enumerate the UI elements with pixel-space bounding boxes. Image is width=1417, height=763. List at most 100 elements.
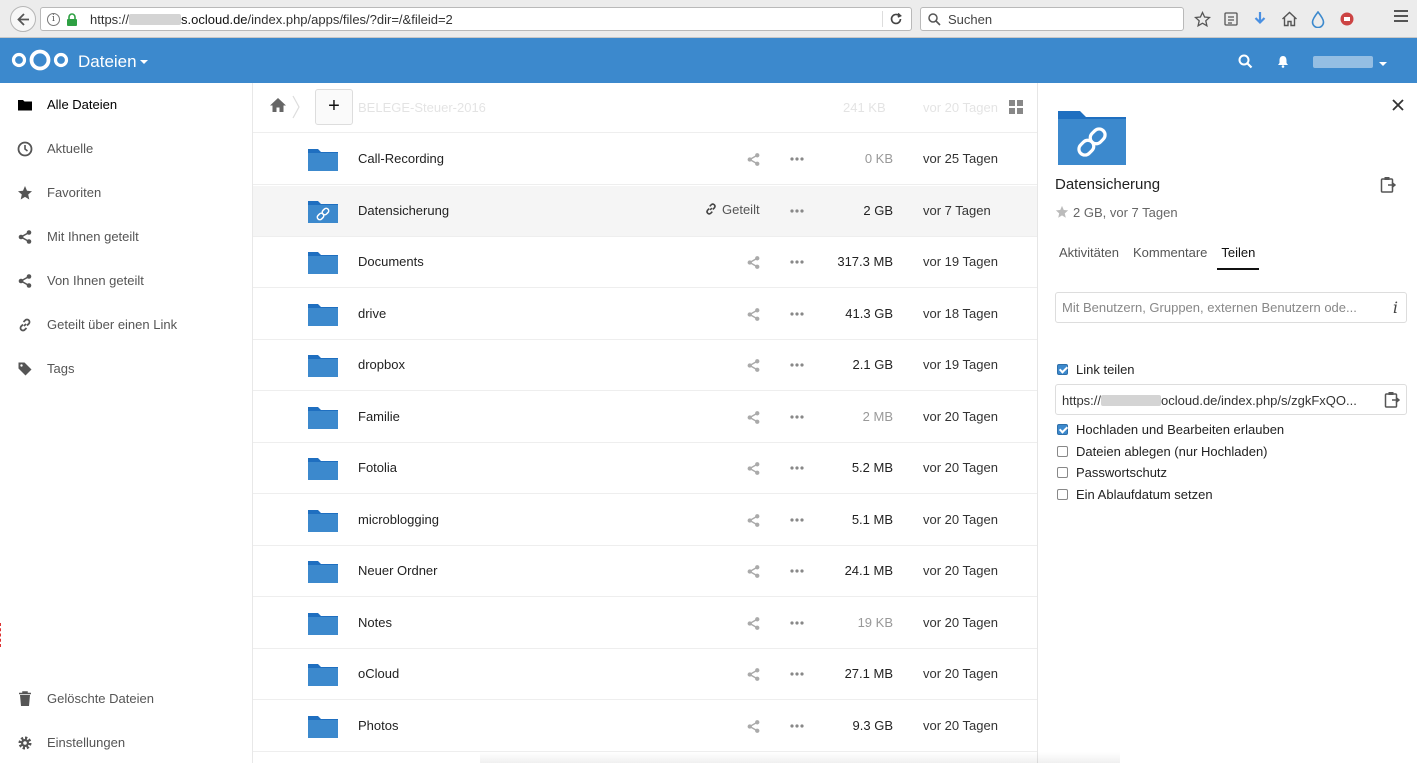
back-button[interactable] xyxy=(10,6,36,32)
more-options-icon[interactable] xyxy=(790,517,804,522)
search-icon[interactable] xyxy=(1238,54,1253,69)
password-protect-checkbox[interactable] xyxy=(1057,467,1068,478)
info-icon[interactable]: i xyxy=(1393,298,1398,317)
grid-view-icon[interactable] xyxy=(1009,100,1023,114)
sidebar-item-settings[interactable]: Einstellungen xyxy=(0,721,252,763)
share-icon[interactable] xyxy=(746,513,761,528)
file-name[interactable]: Fotolia xyxy=(358,460,397,475)
file-name[interactable]: Documents xyxy=(358,254,424,269)
file-row[interactable]: Notes 19 KB vor 20 Tagen xyxy=(253,598,1037,649)
more-options-icon[interactable] xyxy=(790,260,804,264)
link-share-option[interactable]: Link teilen xyxy=(1057,362,1135,377)
share-icon[interactable] xyxy=(746,616,761,631)
reload-icon[interactable] xyxy=(889,12,903,26)
sidebar-item-favorites[interactable]: Favoriten xyxy=(0,171,252,215)
allow-edit-checkbox[interactable] xyxy=(1057,424,1068,435)
more-options-icon[interactable] xyxy=(790,620,804,625)
sidebar-item-all-files[interactable]: Alle Dateien xyxy=(0,83,252,127)
more-options-icon[interactable] xyxy=(790,311,804,316)
share-icon[interactable] xyxy=(746,461,761,476)
file-row[interactable]: Call-Recording 0 KB vor 25 Tagen xyxy=(253,134,1037,185)
file-name[interactable]: Call-Recording xyxy=(358,151,444,166)
more-options-icon[interactable] xyxy=(790,208,804,213)
file-row[interactable]: Neuer Ordner 24.1 MB vor 20 Tagen xyxy=(253,546,1037,597)
file-row[interactable]: Fotolia 5.2 MB vor 20 Tagen xyxy=(253,443,1037,494)
expiration-date-checkbox[interactable] xyxy=(1057,489,1068,500)
app-name[interactable]: Dateien xyxy=(78,52,137,72)
file-drop-checkbox[interactable] xyxy=(1057,446,1068,457)
more-options-icon[interactable] xyxy=(790,414,804,419)
favorite-star-icon[interactable] xyxy=(1055,205,1069,219)
close-icon[interactable] xyxy=(1392,99,1404,111)
caret-down-icon[interactable] xyxy=(1379,62,1387,66)
more-options-icon[interactable] xyxy=(790,672,804,676)
file-row[interactable]: drive 41.3 GB vor 18 Tagen xyxy=(253,289,1037,340)
share-icon[interactable] xyxy=(746,255,761,270)
sidebar-item-tags[interactable]: Tags xyxy=(0,347,252,391)
more-options-icon[interactable] xyxy=(790,157,804,161)
file-name[interactable]: Neuer Ordner xyxy=(358,563,437,578)
shared-status[interactable]: Geteilt xyxy=(704,202,760,217)
share-icon[interactable] xyxy=(746,358,761,373)
share-icon[interactable] xyxy=(746,307,761,322)
file-name[interactable]: dropbox xyxy=(358,357,405,372)
file-row[interactable]: Photos 9.3 GB vor 20 Tagen xyxy=(253,701,1037,752)
home-icon[interactable] xyxy=(1279,9,1299,29)
share-icon[interactable] xyxy=(746,564,761,579)
sidebar-item-shared-with-you[interactable]: Mit Ihnen geteilt xyxy=(0,215,252,259)
tab-comments[interactable]: Kommentare xyxy=(1129,243,1211,270)
sidebar-item-deleted-files[interactable]: Gelöschte Dateien xyxy=(0,677,252,721)
expiration-date-option[interactable]: Ein Ablaufdatum setzen xyxy=(1057,487,1213,502)
url-text[interactable]: https://s.ocloud.de/index.php/apps/files… xyxy=(90,12,453,27)
file-row[interactable]: Documents 317.3 MB vor 19 Tagen xyxy=(253,237,1037,288)
share-icon[interactable] xyxy=(746,410,761,425)
drop-icon[interactable] xyxy=(1308,9,1328,29)
clipboard-icon[interactable] xyxy=(1380,176,1396,193)
file-row[interactable]: oCloud 27.1 MB vor 20 Tagen xyxy=(253,649,1037,700)
tab-activities[interactable]: Aktivitäten xyxy=(1055,243,1123,270)
file-name[interactable]: Notes xyxy=(358,615,392,630)
file-name[interactable]: drive xyxy=(358,306,386,321)
share-with-input[interactable] xyxy=(1056,293,1376,322)
reading-list-icon[interactable] xyxy=(1221,9,1241,29)
allow-edit-option[interactable]: Hochladen und Bearbeiten erlauben xyxy=(1057,422,1284,437)
share-icon[interactable] xyxy=(746,152,761,167)
url-bar[interactable]: i https://s.ocloud.de/index.php/apps/fil… xyxy=(40,7,912,31)
browser-search[interactable]: Suchen xyxy=(920,7,1184,31)
file-row[interactable]: microblogging 5.1 MB vor 20 Tagen xyxy=(253,495,1037,546)
share-link-field[interactable]: https://ocloud.de/index.php/s/zgkFxQO... xyxy=(1055,384,1407,415)
info-icon[interactable]: i xyxy=(47,13,60,26)
bookmark-star-icon[interactable] xyxy=(1192,9,1212,29)
file-row[interactable]: Familie 2 MB vor 20 Tagen xyxy=(253,392,1037,443)
file-name[interactable]: oCloud xyxy=(358,666,399,681)
share-icon[interactable] xyxy=(746,667,761,682)
share-icon[interactable] xyxy=(746,719,761,734)
file-name[interactable]: Datensicherung xyxy=(358,203,449,218)
file-drop-option[interactable]: Dateien ablegen (nur Hochladen) xyxy=(1057,444,1268,459)
user-menu-redacted[interactable] xyxy=(1313,56,1373,68)
clipboard-icon[interactable] xyxy=(1384,391,1400,408)
file-row[interactable]: Datensicherung Geteilt 2 GB vor 7 Tagen xyxy=(253,185,1037,237)
new-file-button[interactable]: + xyxy=(315,89,353,125)
sidebar-item-shared-by-link[interactable]: Geteilt über einen Link xyxy=(0,303,252,347)
sidebar-item-recent[interactable]: Aktuelle xyxy=(0,127,252,171)
extension-icon[interactable] xyxy=(1337,9,1357,29)
file-row[interactable]: dropbox 2.1 GB vor 19 Tagen xyxy=(253,340,1037,391)
hamburger-menu-icon[interactable] xyxy=(1393,9,1409,23)
nextcloud-logo-icon[interactable] xyxy=(11,48,69,72)
sidebar-item-shared-by-you[interactable]: Von Ihnen geteilt xyxy=(0,259,252,303)
tab-sharing[interactable]: Teilen xyxy=(1217,243,1260,270)
more-options-icon[interactable] xyxy=(790,363,804,367)
more-options-icon[interactable] xyxy=(790,466,804,470)
share-link-text[interactable]: https://ocloud.de/index.php/s/zgkFxQO... xyxy=(1062,393,1357,408)
download-icon[interactable] xyxy=(1250,9,1270,29)
caret-down-icon[interactable] xyxy=(140,60,148,64)
file-name[interactable]: microblogging xyxy=(358,512,439,527)
home-icon[interactable] xyxy=(269,97,287,113)
notification-bell-icon[interactable] xyxy=(1277,55,1289,68)
link-share-checkbox[interactable] xyxy=(1057,364,1068,375)
file-name[interactable]: Photos xyxy=(358,718,398,733)
more-options-icon[interactable] xyxy=(790,569,804,573)
more-options-icon[interactable] xyxy=(790,723,804,728)
file-name[interactable]: Familie xyxy=(358,409,400,424)
